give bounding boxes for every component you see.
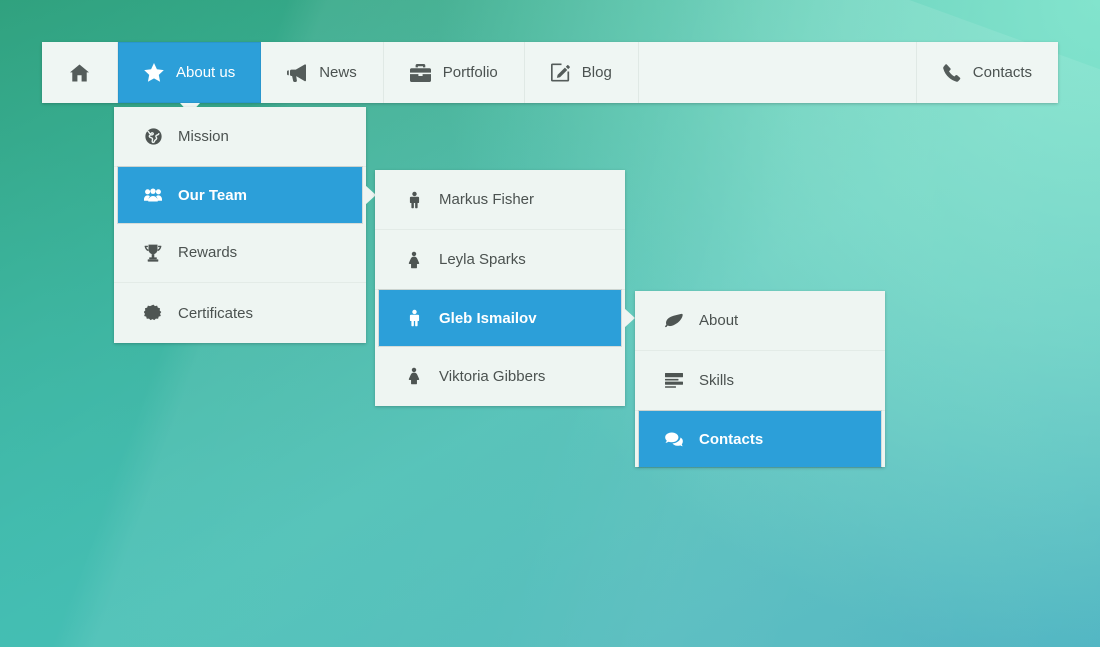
nav-item-label: About us <box>176 64 236 81</box>
nav-spacer <box>639 42 917 103</box>
nav-item-blog[interactable]: Blog <box>525 42 639 103</box>
menu-item-mission[interactable]: Mission <box>114 107 366 167</box>
globe-icon <box>144 128 162 145</box>
menu-item-skills[interactable]: Skills <box>635 351 885 411</box>
tasks-icon <box>665 372 683 389</box>
nav-item-news[interactable]: News <box>261 42 384 103</box>
menu-item-about[interactable]: About <box>635 291 885 351</box>
submenu-our-team: Markus Fisher Leyla Sparks Gleb Ismailov <box>375 170 635 406</box>
nav-item-contacts[interactable]: Contacts <box>917 42 1058 103</box>
pencil-square-icon <box>550 63 570 82</box>
nav-item-label: Portfolio <box>442 64 498 81</box>
menu-item-our-team[interactable]: Our Team <box>118 167 376 223</box>
bullhorn-icon <box>287 63 307 82</box>
submenu-person-detail: About Skills Contacts <box>635 291 885 467</box>
dropdown-menu-about-us: Mission Our Team Rewards Certificates <box>114 107 376 343</box>
main-navigation-bar: About us News Portfolio Blog Contacts <box>42 42 1058 114</box>
nav-item-label: Contacts <box>972 64 1032 81</box>
nav-item-label: News <box>319 64 357 81</box>
menu-item-certificates[interactable]: Certificates <box>114 283 366 343</box>
nav-item-about-us[interactable]: About us <box>118 42 262 114</box>
male-icon <box>405 309 423 327</box>
menu-item-label: Mission <box>178 128 229 145</box>
menu-item-label: Markus Fisher <box>439 191 535 208</box>
menu-item-label: Certificates <box>178 304 254 322</box>
menu-item-label: Contacts <box>699 430 764 448</box>
leaf-icon <box>665 313 683 328</box>
star-icon <box>144 63 164 82</box>
menu-item-label: Skills <box>699 372 735 389</box>
menu-item-leyla-sparks[interactable]: Leyla Sparks <box>375 230 625 290</box>
menu-item-rewards[interactable]: Rewards <box>114 223 366 283</box>
menu-item-label: About <box>699 312 739 329</box>
menu-item-label: Viktoria Gibbers <box>439 367 546 385</box>
menu-item-label: Our Team <box>178 186 247 204</box>
briefcase-icon <box>409 63 431 82</box>
male-icon <box>405 191 423 209</box>
menu-item-label: Rewards <box>178 244 238 261</box>
nav-item-label: Blog <box>581 64 612 81</box>
menu-item-markus-fisher[interactable]: Markus Fisher <box>375 170 625 230</box>
menu-item-contacts[interactable]: Contacts <box>639 411 881 467</box>
submenu-caret-icon <box>624 308 635 328</box>
certificate-icon <box>144 304 162 322</box>
menu-item-label: Leyla Sparks <box>439 251 526 268</box>
menu-item-label: Gleb Ismailov <box>439 309 537 327</box>
phone-icon <box>942 63 961 82</box>
home-icon <box>70 63 89 82</box>
nav-item-home[interactable] <box>42 42 118 103</box>
menu-item-gleb-ismailov[interactable]: Gleb Ismailov <box>379 290 635 346</box>
nav-item-portfolio[interactable]: Portfolio <box>384 42 525 103</box>
trophy-icon <box>144 244 162 262</box>
menu-item-viktoria-gibbers[interactable]: Viktoria Gibbers <box>375 346 625 406</box>
comments-icon <box>665 431 683 448</box>
users-icon <box>144 187 162 203</box>
female-icon <box>405 251 423 269</box>
female-icon <box>405 367 423 385</box>
